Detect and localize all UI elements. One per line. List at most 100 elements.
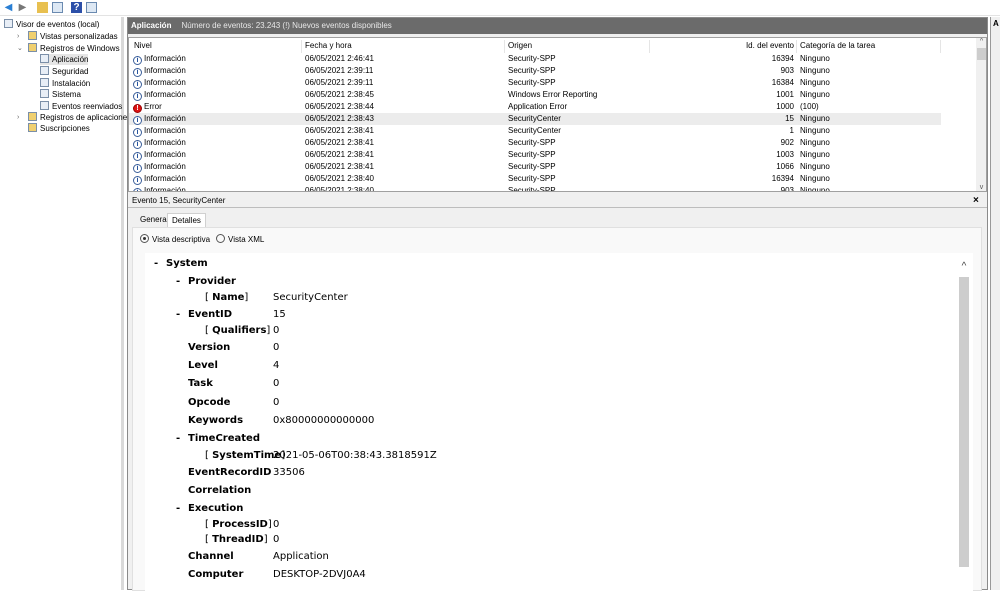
table-row[interactable]: i Información 06/05/2021 2:39:11 Security…	[129, 65, 941, 77]
tree-item[interactable]: Seguridad	[40, 66, 88, 77]
event-detail-title: Evento 15, SecurityCenter	[128, 194, 987, 208]
event-id-cell: 16384	[771, 78, 794, 87]
field-label: Correlation	[188, 485, 252, 496]
tree-item[interactable]: Suscripciones	[28, 123, 90, 134]
source-cell: Security-SPP	[508, 66, 556, 75]
folder-icon	[28, 112, 37, 121]
scroll-thumb[interactable]	[959, 277, 969, 567]
tree-item-label: Suscripciones	[40, 124, 90, 133]
table-row[interactable]: i Información 06/05/2021 2:38:43 Security…	[129, 113, 941, 125]
collapse-icon[interactable]: -	[176, 503, 180, 514]
field-label: TimeCreated	[188, 433, 260, 444]
date-cell: 06/05/2021 2:39:11	[305, 66, 374, 75]
scroll-down-icon[interactable]: v	[976, 184, 986, 191]
tree-item[interactable]: Visor de eventos (local)	[4, 19, 99, 30]
table-row[interactable]: i Información 06/05/2021 2:38:41 Security…	[129, 137, 941, 149]
level-cell: iInformación	[133, 89, 186, 101]
column-header-date[interactable]: Fecha y hora	[305, 40, 352, 52]
date-cell: 06/05/2021 2:38:40	[305, 174, 374, 183]
tree-item[interactable]: Sistema	[40, 89, 81, 100]
radio-friendly-view[interactable]: Vista descriptiva	[140, 234, 210, 245]
log-header: Aplicación Número de eventos: 23.243 (!) …	[128, 18, 987, 34]
level-cell: iInformación	[133, 77, 186, 89]
field-label: Level	[188, 360, 218, 371]
collapse-icon[interactable]: -	[176, 276, 180, 287]
date-cell: 06/05/2021 2:39:11	[305, 78, 374, 87]
scroll-up-icon[interactable]: ^	[958, 261, 970, 275]
radio-xml-view[interactable]: Vista XML	[216, 234, 264, 245]
folder-up-icon[interactable]	[37, 2, 48, 13]
source-cell: Security-SPP	[508, 54, 556, 63]
table-header: Nivel Fecha y hora Origen Id. del evento…	[129, 40, 941, 53]
event-id-cell: 903	[780, 66, 794, 75]
date-cell: 06/05/2021 2:38:40	[305, 186, 374, 192]
table-row[interactable]: iInformación 06/05/2021 2:38:40 Security…	[129, 185, 941, 192]
level-cell: iInformación	[133, 161, 186, 173]
category-cell: Ninguno	[800, 126, 830, 135]
actions-pane: A	[990, 17, 1000, 590]
column-header-event-id[interactable]: Id. del evento	[746, 40, 794, 52]
table-row[interactable]: i Información 06/05/2021 2:38:41 Security…	[129, 125, 941, 137]
attribute-label: [ Qualifiers]	[205, 325, 271, 336]
collapse-icon[interactable]: -	[154, 258, 158, 269]
show-hide-tree-icon[interactable]	[52, 2, 63, 13]
tree-item-label: Instalación	[52, 79, 91, 88]
tree-item[interactable]: Aplicación	[40, 54, 89, 65]
level-text: Información	[144, 54, 186, 63]
tree-item-label: Aplicación	[52, 55, 89, 64]
table-row[interactable]: i Información 06/05/2021 2:38:41 Security…	[129, 161, 941, 173]
event-id-cell: 16394	[771, 174, 794, 183]
chevron-right-icon[interactable]: ›	[17, 31, 19, 42]
chevron-down-icon[interactable]: ⌄	[17, 43, 23, 54]
level-cell: iInformación	[133, 173, 186, 185]
column-header-level[interactable]: Nivel	[134, 40, 152, 52]
collapse-icon[interactable]: -	[176, 433, 180, 444]
table-row[interactable]: i Información 06/05/2021 2:38:45 Windows …	[129, 89, 941, 101]
tree-item[interactable]: Eventos reenviados	[40, 101, 122, 112]
scroll-up-icon[interactable]: ^	[976, 38, 986, 45]
date-cell: 06/05/2021 2:46:41	[305, 54, 374, 63]
level-cell: iInformación	[133, 65, 186, 77]
field-value: 2021-05-06T00:38:43.3818591Z	[273, 450, 437, 461]
table-row[interactable]: i Información 06/05/2021 2:39:11 Security…	[129, 77, 941, 89]
tab-details[interactable]: Detalles	[167, 213, 206, 227]
field-value: 33506	[273, 467, 305, 478]
level-text: Información	[144, 162, 186, 171]
info-icon: i	[133, 152, 142, 161]
category-cell: Ninguno	[800, 78, 830, 87]
event-id-cell: 16394	[771, 54, 794, 63]
tree-item[interactable]: › Vistas personalizadas	[17, 31, 118, 42]
table-row[interactable]: i Información 06/05/2021 2:38:41 Security…	[129, 149, 941, 161]
toolbar: ◀ ▶ ?	[0, 0, 1000, 16]
table-row[interactable]: iInformación 06/05/2021 2:38:40 Security…	[129, 173, 941, 185]
show-hide-actions-icon[interactable]	[86, 2, 97, 13]
field-label: Opcode	[188, 397, 231, 408]
level-cell: iInformación	[133, 125, 186, 137]
collapse-icon[interactable]: -	[176, 309, 180, 320]
table-row[interactable]: i Información 06/05/2021 2:46:41 Security…	[129, 53, 941, 65]
table-scrollbar[interactable]: ^ v	[976, 38, 986, 191]
help-icon[interactable]: ?	[71, 2, 82, 13]
info-icon: i	[133, 188, 142, 191]
chevron-right-icon[interactable]: ›	[17, 112, 19, 123]
level-text: Información	[144, 174, 186, 183]
log-icon	[40, 78, 49, 87]
date-cell: 06/05/2021 2:38:41	[305, 138, 374, 147]
tree-item[interactable]: Instalación	[40, 78, 90, 89]
forward-arrow-icon[interactable]: ▶	[17, 2, 28, 13]
event-id-cell: 1001	[776, 90, 794, 99]
field-value: 0x80000000000000	[273, 415, 375, 426]
folder-icon	[4, 19, 13, 28]
column-header-source[interactable]: Origen	[508, 40, 532, 52]
field-value: 0	[273, 342, 280, 353]
tree-item[interactable]: ⌄ Registros de Windows	[17, 43, 120, 54]
column-header-task-category[interactable]: Categoría de la tarea	[800, 40, 875, 52]
tree-item-label: Registros de Windows	[40, 44, 120, 53]
details-scrollbar[interactable]: ^	[958, 261, 970, 593]
scroll-thumb[interactable]	[977, 48, 986, 60]
back-arrow-icon[interactable]: ◀	[3, 2, 14, 13]
events-table: Nivel Fecha y hora Origen Id. del evento…	[128, 37, 987, 192]
radio-label: Vista descriptiva	[152, 235, 211, 244]
close-icon[interactable]: ×	[973, 194, 979, 208]
table-row[interactable]: ! Error 06/05/2021 2:38:44 Application Er…	[129, 101, 941, 113]
